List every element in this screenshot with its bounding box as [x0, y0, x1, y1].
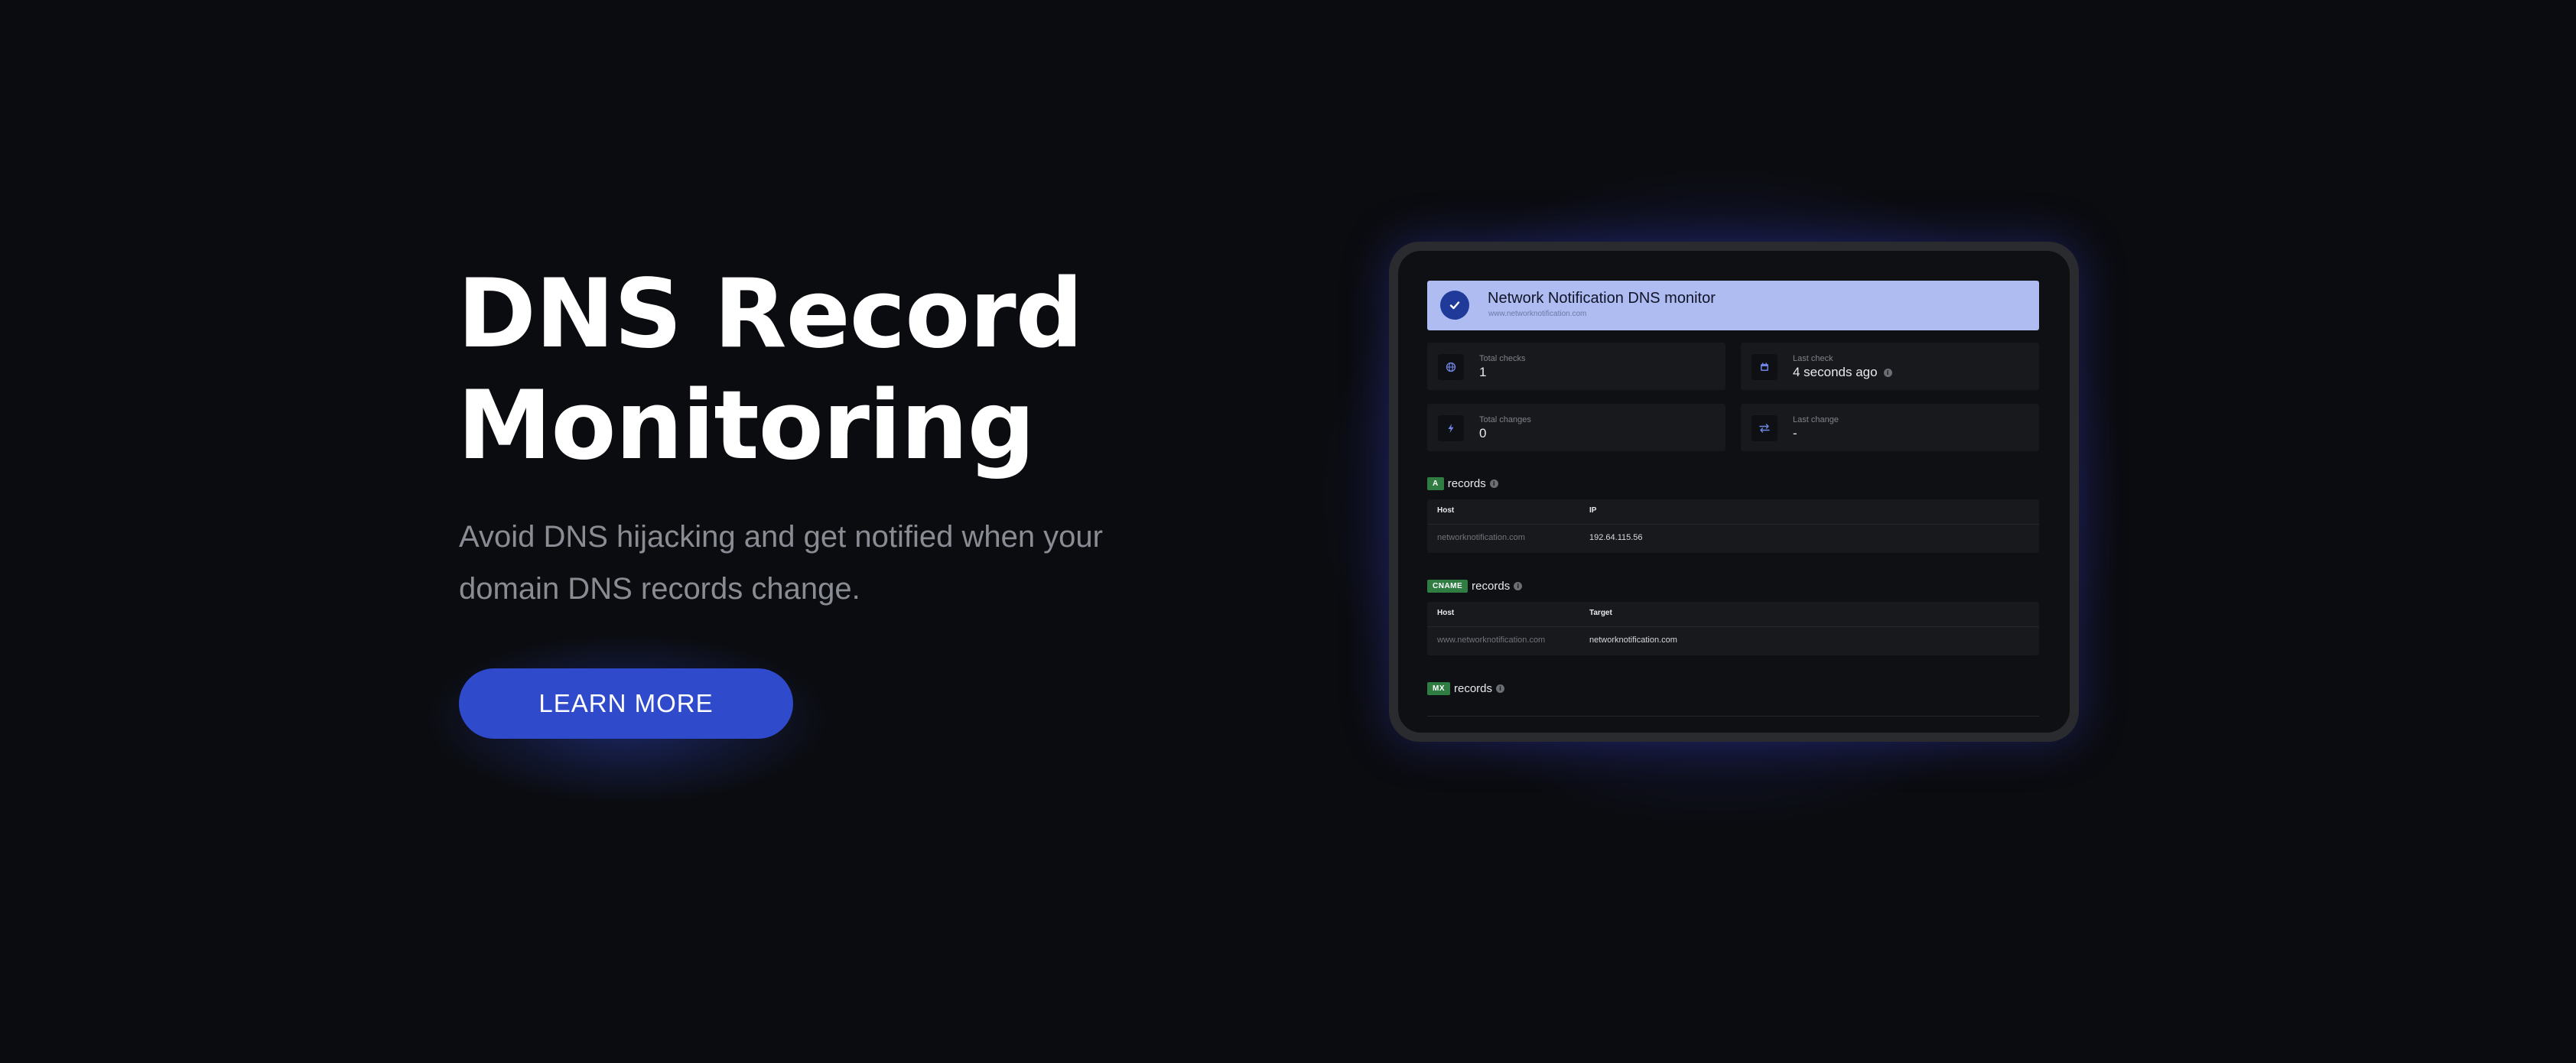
stat-value: 1 [1479, 365, 1486, 380]
stat-last-check: Last check 4 seconds ago i [1741, 343, 2039, 390]
info-icon[interactable]: i [1496, 684, 1505, 693]
record-type-badge: A [1427, 477, 1444, 490]
swap-arrows-icon [1751, 415, 1778, 441]
a-records-table: Host IP networknotification.com 192.64.1… [1427, 499, 2039, 553]
table-cell-ip: 192.64.115.56 [1589, 533, 1643, 542]
stat-value: 4 seconds ago i [1793, 365, 1892, 380]
row-divider [1427, 626, 2039, 627]
stat-label: Last check [1793, 354, 1833, 363]
cname-records-heading: CNAME records i [1427, 580, 1523, 593]
hero-subtitle: Avoid DNS hijacking and get notified whe… [459, 511, 1147, 615]
table-cell-host: www.networknotification.com [1437, 636, 1546, 645]
tablet-screen: Network Notification DNS monitor www.net… [1398, 251, 2070, 733]
column-header: Target [1589, 609, 1612, 617]
hero-title-line-1: DNS Record [457, 259, 1083, 369]
monitor-header: Network Notification DNS monitor www.net… [1427, 281, 2039, 330]
lightning-icon [1438, 415, 1464, 441]
info-icon[interactable]: i [1514, 582, 1523, 590]
globe-icon [1438, 354, 1464, 380]
stat-last-change: Last change - [1741, 404, 2039, 451]
record-type-badge: CNAME [1427, 580, 1469, 593]
table-cell-target: networknotification.com [1589, 636, 1677, 645]
info-icon[interactable]: i [1883, 368, 1892, 377]
check-icon [1440, 291, 1469, 320]
column-header: Host [1437, 506, 1455, 515]
stat-value-text: 0 [1479, 426, 1487, 440]
info-icon[interactable]: i [1489, 479, 1498, 488]
row-divider [1427, 524, 2039, 525]
stat-total-changes: Total changes 0 [1427, 404, 1725, 451]
cname-records-table: Host Target www.networknotification.com … [1427, 602, 2039, 655]
records-label: records [1472, 580, 1511, 593]
records-label: records [1447, 477, 1486, 490]
stat-value-text: - [1793, 426, 1797, 440]
stat-label: Total checks [1479, 354, 1526, 363]
mx-table-edge [1427, 716, 2039, 717]
calendar-icon [1751, 354, 1778, 380]
stat-value: 0 [1479, 426, 1486, 441]
column-header: Host [1437, 609, 1455, 617]
page: DNS Record Monitoring Avoid DNS hijackin… [0, 0, 2576, 1063]
stat-label: Total changes [1479, 415, 1531, 424]
stat-label: Last change [1793, 415, 1839, 424]
tablet-mockup: Network Notification DNS monitor www.net… [1389, 242, 2079, 742]
monitor-url: www.networknotification.com [1488, 310, 1587, 318]
a-records-heading: A records i [1427, 477, 1498, 490]
learn-more-button[interactable]: LEARN MORE [459, 668, 793, 739]
table-cell-host: networknotification.com [1437, 533, 1525, 542]
stat-value: - [1793, 426, 1797, 441]
mx-records-heading: MX records i [1427, 682, 1505, 695]
stat-value-text: 1 [1479, 365, 1487, 379]
hero-subtitle-line-2: domain DNS records change. [459, 572, 860, 606]
records-label: records [1454, 682, 1493, 695]
record-type-badge: MX [1427, 682, 1450, 695]
monitor-title: Network Notification DNS monitor [1488, 290, 1716, 307]
stat-total-checks: Total checks 1 [1427, 343, 1725, 390]
hero-subtitle-line-1: Avoid DNS hijacking and get notified whe… [459, 520, 1103, 554]
hero-title: DNS Record Monitoring [457, 258, 1146, 482]
stat-value-text: 4 seconds ago [1793, 365, 1878, 379]
hero-title-line-2: Monitoring [457, 371, 1036, 481]
column-header: IP [1589, 506, 1597, 515]
